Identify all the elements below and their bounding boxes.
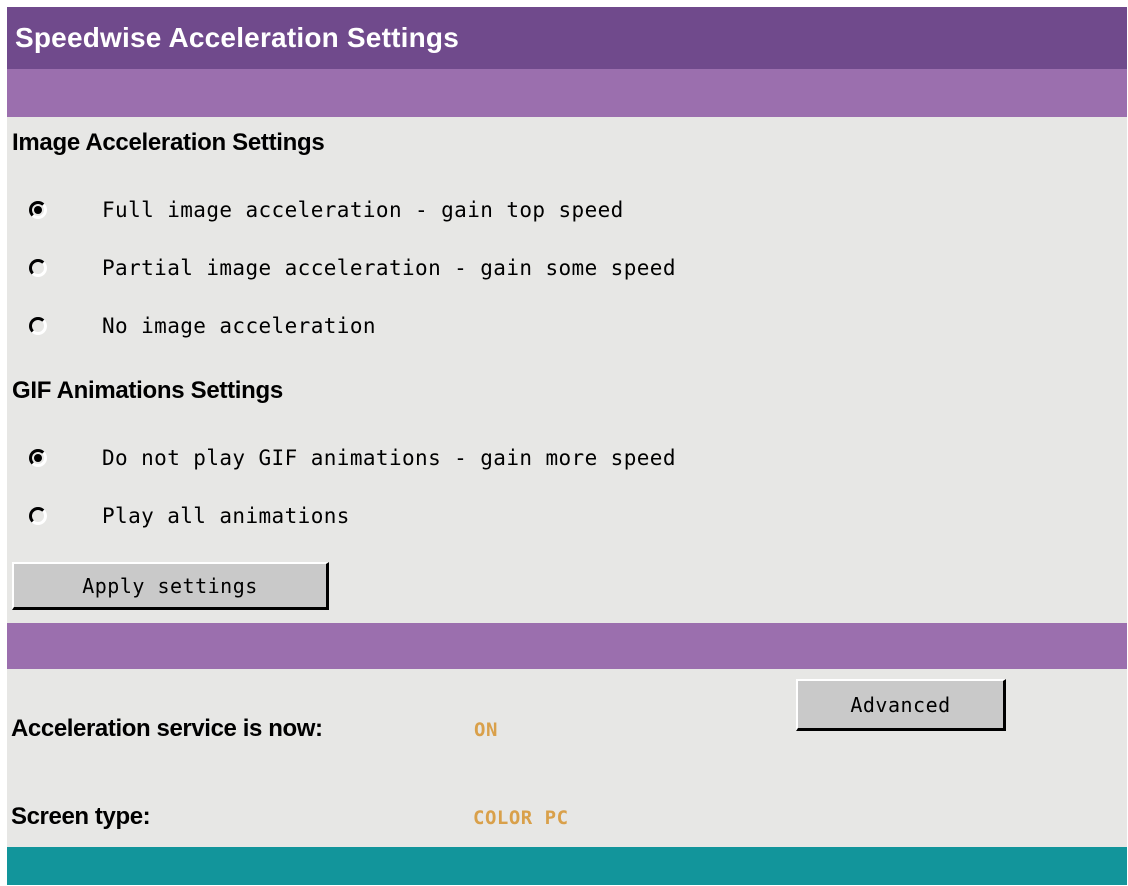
radio-play-all-animations[interactable] <box>29 507 47 525</box>
footer-band <box>7 847 1127 885</box>
apply-settings-button[interactable]: Apply settings <box>12 562 329 610</box>
radio-no-image-acceleration[interactable] <box>29 317 47 335</box>
image-option-partial[interactable]: Partial image acceleration - gain some s… <box>29 251 676 285</box>
option-label: Partial image acceleration - gain some s… <box>102 256 676 280</box>
image-option-none[interactable]: No image acceleration <box>29 309 376 343</box>
image-settings-heading: Image Acceleration Settings <box>12 129 325 156</box>
page-title: Speedwise Acceleration Settings <box>7 7 1127 69</box>
divider-band <box>7 623 1127 669</box>
service-status-value: ON <box>474 719 498 741</box>
gif-option-no-play[interactable]: Do not play GIF animations - gain more s… <box>29 441 676 475</box>
screen-type-value: COLOR PC <box>473 807 569 829</box>
image-option-full[interactable]: Full image acceleration - gain top speed <box>29 193 624 227</box>
settings-panel: Speedwise Acceleration Settings Image Ac… <box>7 7 1127 885</box>
radio-partial-image-acceleration[interactable] <box>29 259 47 277</box>
advanced-button[interactable]: Advanced <box>796 679 1006 731</box>
option-label: Full image acceleration - gain top speed <box>102 198 624 222</box>
option-label: No image acceleration <box>102 314 376 338</box>
option-label: Do not play GIF animations - gain more s… <box>102 446 676 470</box>
radio-do-not-play-gif[interactable] <box>29 449 47 467</box>
gif-settings-heading: GIF Animations Settings <box>12 377 283 404</box>
header-band <box>7 69 1127 117</box>
service-status-label: Acceleration service is now: <box>11 715 323 742</box>
option-label: Play all animations <box>102 504 350 528</box>
gif-option-play-all[interactable]: Play all animations <box>29 499 350 533</box>
radio-full-image-acceleration[interactable] <box>29 201 47 219</box>
screen-type-label: Screen type: <box>11 803 151 830</box>
